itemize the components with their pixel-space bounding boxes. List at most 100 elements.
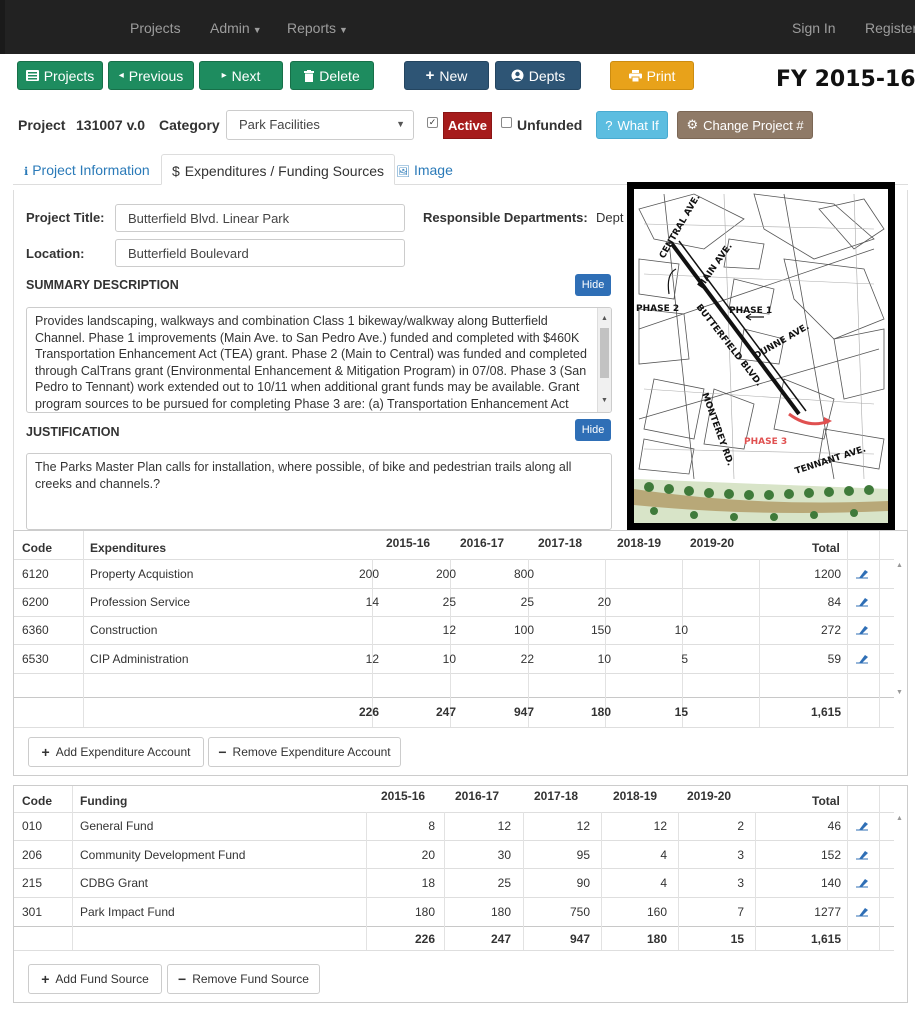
caret-down-icon: ▼	[339, 25, 348, 35]
grid-col-rule	[450, 559, 451, 727]
exp-code: 6120	[22, 567, 49, 581]
printer-icon	[628, 69, 642, 82]
fund-grid-scrollbar[interactable]: ▲	[893, 812, 907, 926]
fund-value: 25	[497, 876, 511, 890]
new-button[interactable]: + New	[404, 61, 489, 90]
exp-value: 10	[674, 623, 688, 637]
previous-button[interactable]: ◂ Previous	[108, 61, 194, 90]
scroll-up-icon: ▲	[601, 315, 608, 322]
fund-year-total: 947	[569, 932, 590, 946]
exp-value: 10	[442, 652, 456, 666]
nav-sign-in[interactable]: Sign In	[792, 20, 836, 36]
add-fund-source-button[interactable]: + Add Fund Source	[28, 964, 162, 994]
grid-rule	[14, 812, 894, 813]
tab-image-label: Image	[413, 162, 453, 178]
what-if-button-label: What If	[617, 117, 659, 133]
add-expenditure-account-label: Add Expenditure Account	[55, 745, 191, 759]
funding-grid: Code Funding 2015-16 2016-17 2017-18 201…	[13, 785, 908, 1003]
fund-value: 8	[428, 819, 435, 833]
tab-expenditures-funding[interactable]: $ Expenditures / Funding Sources	[161, 154, 396, 185]
exp-value: 200	[435, 567, 456, 581]
print-button[interactable]: Print	[610, 61, 694, 90]
eraser-icon[interactable]	[855, 597, 869, 607]
project-title-field[interactable]: Butterfield Blvd. Linear Park	[115, 204, 405, 232]
remove-fund-source-button[interactable]: − Remove Fund Source	[167, 964, 320, 994]
justification-hide-button[interactable]: Hide	[575, 419, 611, 441]
fund-value: 20	[421, 848, 435, 862]
fund-value: 3	[737, 848, 744, 862]
justification-heading: JUSTIFICATION	[26, 425, 120, 439]
add-expenditure-account-button[interactable]: + Add Expenditure Account	[28, 737, 204, 767]
fund-header-total: Total	[812, 794, 840, 808]
location-field[interactable]: Butterfield Boulevard	[115, 239, 405, 267]
nav-projects[interactable]: Projects	[130, 20, 181, 36]
summary-text: Provides landscaping, walkways and combi…	[35, 314, 587, 411]
nav-reports[interactable]: Reports ▼	[287, 20, 348, 36]
next-button[interactable]: ▸ Next	[199, 61, 283, 90]
exp-value: 100	[513, 623, 534, 637]
exp-name: Profession Service	[90, 595, 191, 609]
grid-col-rule	[847, 531, 848, 727]
grid-rule	[14, 868, 894, 869]
projects-button[interactable]: Projects	[17, 61, 103, 90]
unfunded-label: Unfunded	[517, 117, 583, 133]
exp-value: 12	[365, 652, 379, 666]
exp-value: 14	[365, 595, 379, 609]
fund-code: 215	[22, 876, 43, 890]
image-icon: 🖼	[396, 166, 410, 178]
summary-scrollbar[interactable]: ▲ ▼	[597, 308, 611, 412]
eraser-icon[interactable]	[855, 625, 869, 635]
nav-admin[interactable]: Admin ▼	[210, 20, 262, 36]
fund-name: CDBG Grant	[80, 876, 149, 890]
grid-col-rule	[444, 812, 445, 950]
tab-project-information-label: Project Information	[32, 162, 150, 178]
fiscal-year-title: FY 2015-16	[776, 67, 915, 92]
grid-col-rule	[682, 559, 683, 727]
add-fund-source-label: Add Fund Source	[55, 972, 149, 986]
eraser-icon[interactable]	[855, 850, 869, 860]
grid-col-rule	[372, 559, 373, 727]
info-icon: ℹ	[24, 166, 29, 178]
grid-rule	[14, 897, 894, 898]
depts-button-label: Depts	[528, 67, 566, 84]
remove-expenditure-account-button[interactable]: − Remove Expenditure Account	[208, 737, 401, 767]
justification-textarea[interactable]: The Parks Master Plan calls for installa…	[26, 453, 612, 530]
exp-header-year: 2016-17	[460, 536, 505, 550]
summary-textarea[interactable]: Provides landscaping, walkways and combi…	[26, 307, 612, 413]
eraser-icon[interactable]	[855, 654, 869, 664]
nav-register[interactable]: Register	[865, 20, 915, 36]
eraser-icon[interactable]	[855, 569, 869, 579]
projects-button-label: Projects	[43, 67, 95, 84]
exp-value: 20	[597, 595, 611, 609]
exp-header-year: 2017-18	[538, 536, 583, 550]
grid-rule	[14, 950, 894, 951]
what-if-button[interactable]: ? What If	[596, 111, 668, 139]
grid-col-rule	[759, 559, 760, 727]
exp-header-year: 2019-20	[690, 536, 735, 550]
category-select[interactable]: Park Facilities ▼	[226, 110, 414, 140]
tab-project-information[interactable]: ℹ Project Information	[14, 158, 160, 185]
active-checkbox[interactable]: ✓	[427, 117, 438, 128]
scrollbar-thumb[interactable]	[600, 328, 609, 378]
exp-grid-scrollbar[interactable]: ▲ ▼	[893, 559, 907, 699]
top-navbar: Projects Admin ▼ Reports ▼ Sign In Registe…	[0, 0, 915, 54]
depts-button[interactable]: Depts	[495, 61, 581, 90]
grid-col-rule	[528, 559, 529, 727]
exp-year-total: 226	[358, 705, 379, 719]
exp-value: 10	[597, 652, 611, 666]
remove-fund-source-label: Remove Fund Source	[192, 972, 309, 986]
caret-down-icon: ▼	[252, 25, 262, 35]
grid-rule	[14, 673, 894, 674]
change-project-button[interactable]: ⚙ Change Project #	[677, 111, 813, 139]
eraser-icon[interactable]	[855, 878, 869, 888]
fund-header-year: 2015-16	[381, 789, 426, 803]
summary-hide-button[interactable]: Hide	[575, 274, 611, 296]
eraser-icon[interactable]	[855, 821, 869, 831]
eraser-icon[interactable]	[855, 907, 869, 917]
exp-header-year: 2018-19	[617, 536, 662, 550]
tab-image[interactable]: 🖼 Image	[386, 158, 463, 185]
dollar-icon: $	[172, 163, 180, 179]
exp-value: 12	[442, 623, 456, 637]
delete-button[interactable]: Delete	[290, 61, 374, 90]
unfunded-checkbox[interactable]	[501, 117, 512, 128]
